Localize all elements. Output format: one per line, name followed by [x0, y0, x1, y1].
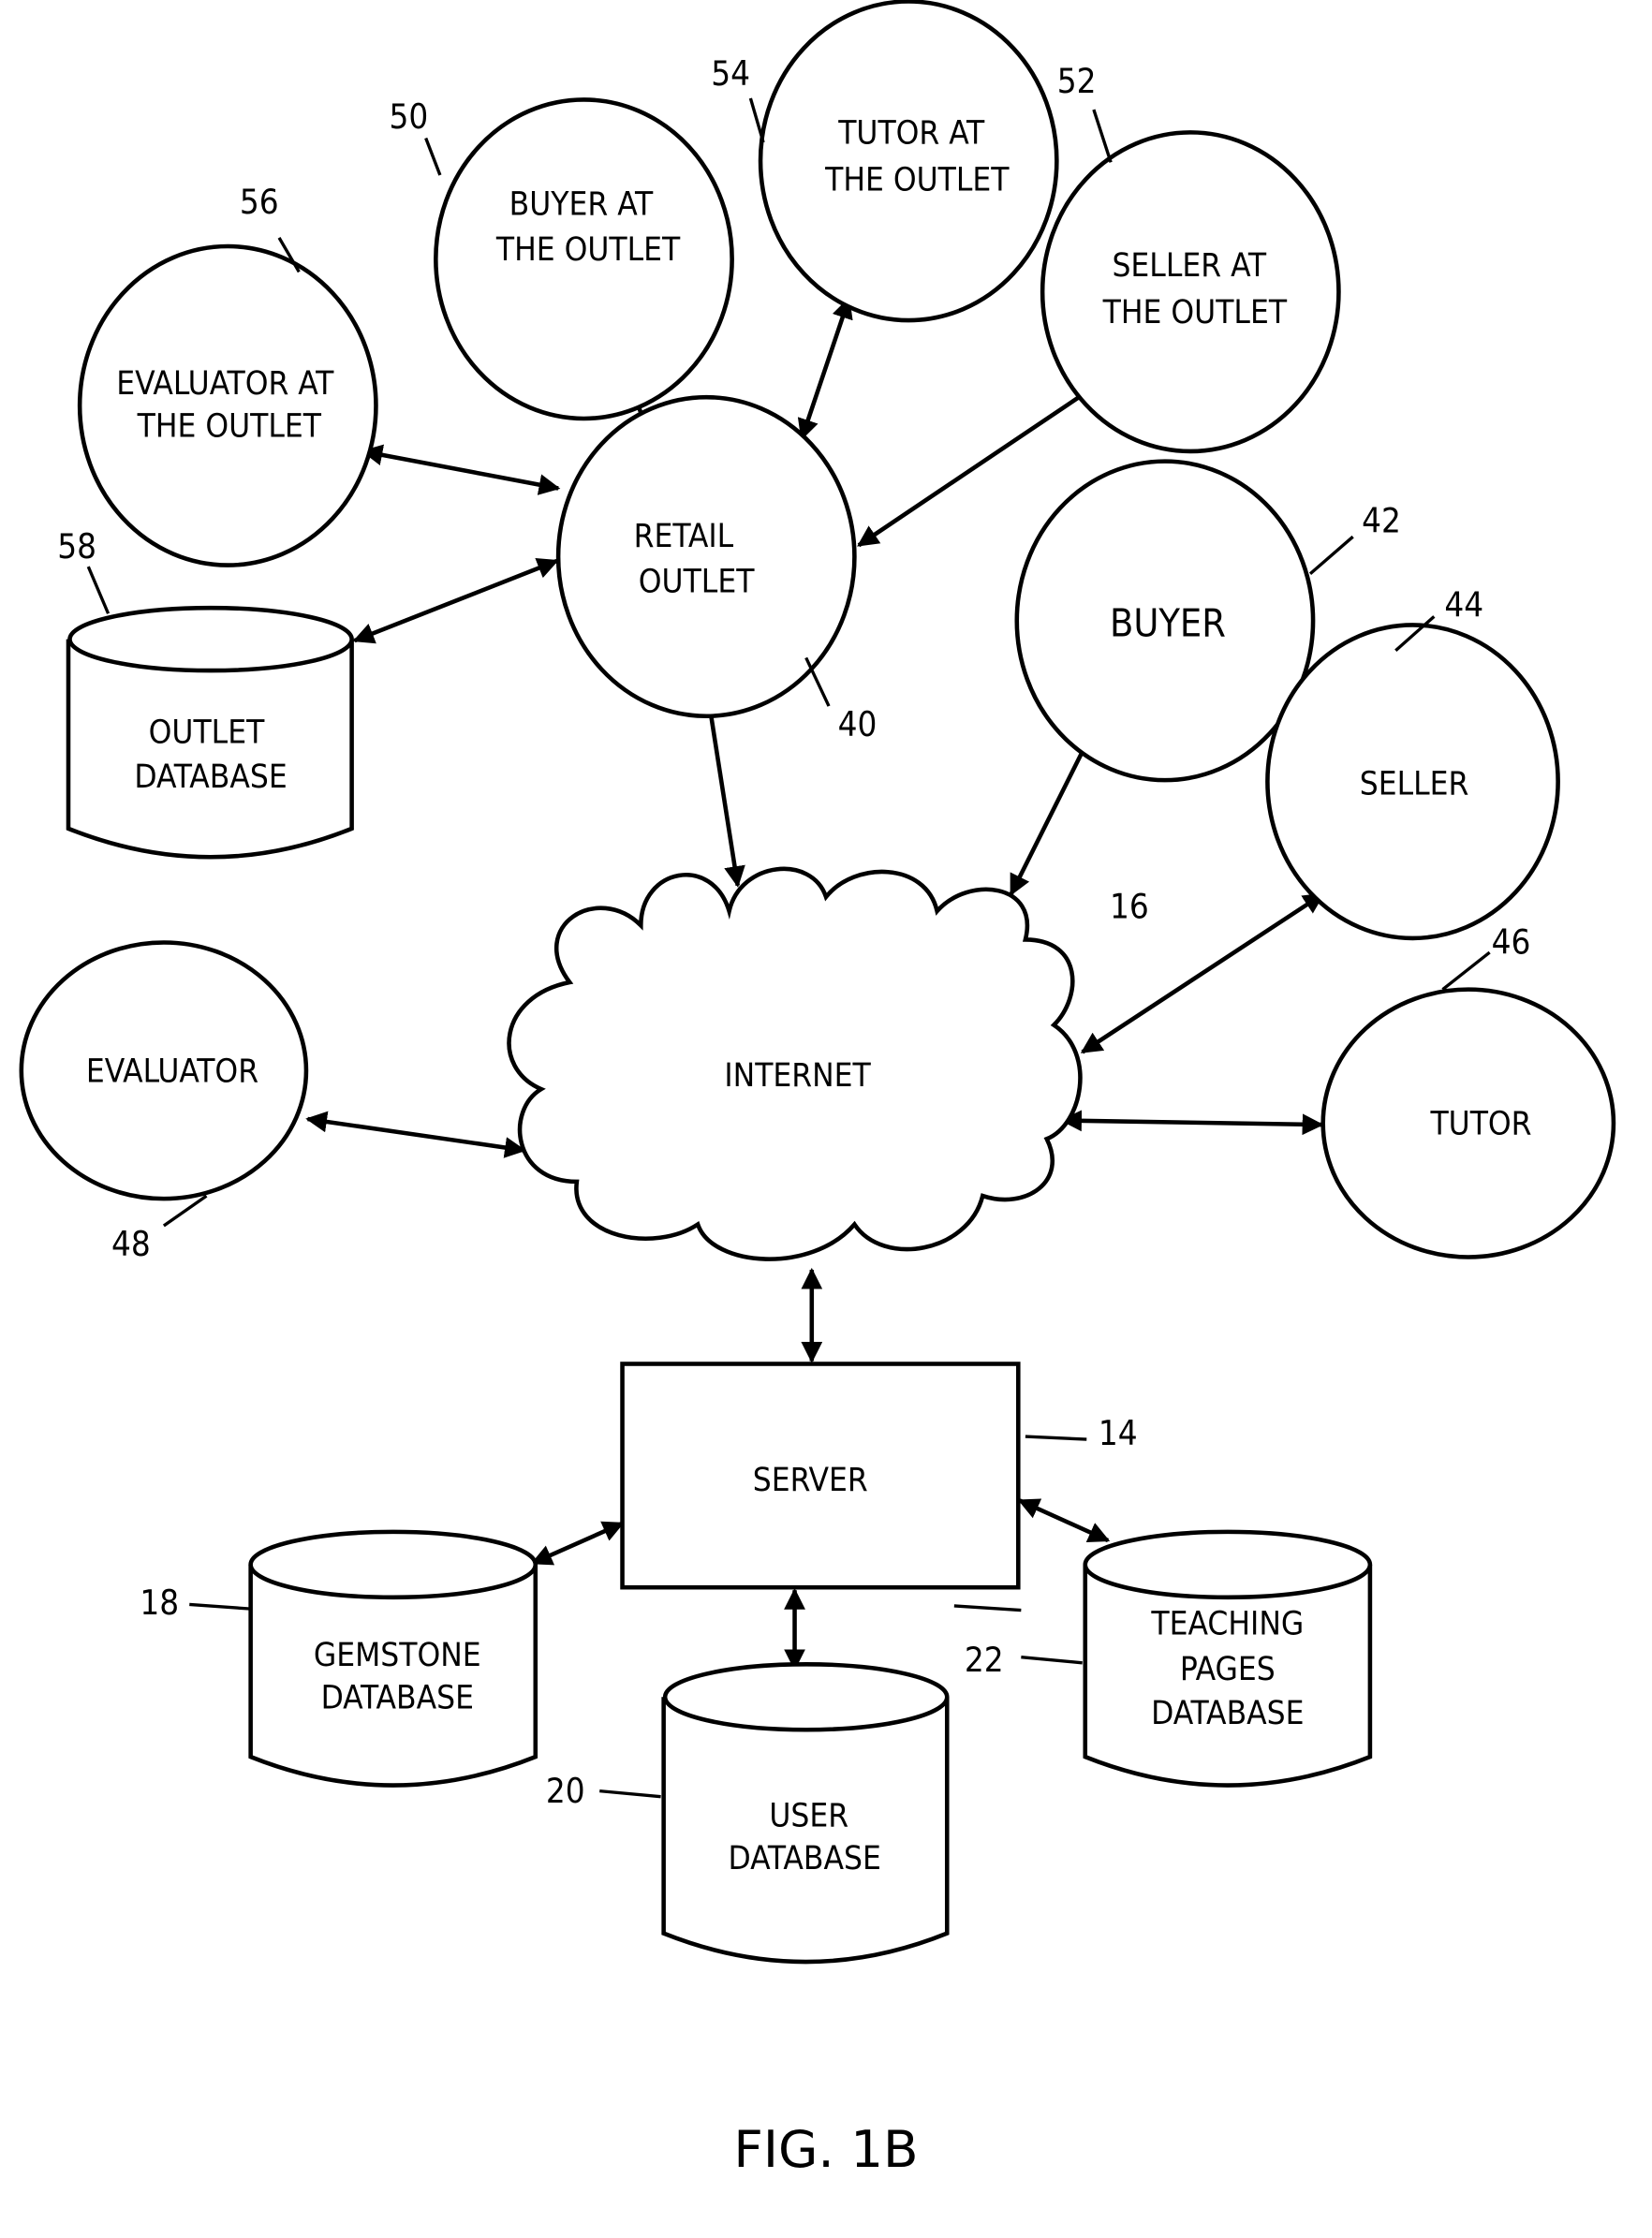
node-buyer-outlet[interactable]: BUYER AT THE OUTLET 50: [390, 96, 734, 421]
node-evaluator-outlet[interactable]: EVALUATOR AT THE OUTLET 56: [77, 182, 378, 567]
node-label: DATABASE: [134, 758, 287, 796]
arrow-tutor-internet: [1060, 1110, 1324, 1136]
figure-caption: FIG. 1B: [733, 2119, 918, 2179]
node-retail-outlet[interactable]: RETAIL OUTLET 40: [555, 394, 878, 744]
node-label: BUYER AT: [509, 186, 654, 224]
node-label: EVALUATOR: [86, 1053, 258, 1090]
node-label: THE OUTLET: [495, 231, 681, 269]
node-label: TUTOR: [1429, 1106, 1531, 1143]
node-label: GEMSTONE: [314, 1637, 481, 1674]
arrow-retail-internet: [700, 692, 745, 888]
node-user-database[interactable]: USER DATABASE 20: [546, 1662, 950, 1965]
arrow-server-gemstone-db: [530, 1521, 625, 1566]
node-label: EVALUATOR AT: [116, 365, 334, 403]
node-label: SELLER: [1360, 765, 1469, 802]
ref-number: 46: [1492, 922, 1531, 963]
arrow-evaluator-outlet-retail: [361, 444, 561, 495]
ref-number: 14: [1099, 1413, 1138, 1453]
node-server[interactable]: SERVER 14: [620, 1362, 1138, 1612]
node-gemstone-database[interactable]: GEMSTONE DATABASE 18: [140, 1529, 538, 1788]
node-label: DATABASE: [321, 1679, 474, 1716]
node-label: INTERNET: [724, 1057, 871, 1095]
arrow-outlet-db-retail: [352, 557, 559, 644]
node-outlet-database[interactable]: OUTLET DATABASE 58: [57, 526, 354, 860]
ref-number: 48: [111, 1224, 151, 1264]
node-label: RETAIL: [634, 518, 734, 555]
ref-number: 50: [390, 96, 429, 137]
ref-number: 56: [240, 182, 279, 222]
ref-number: 22: [965, 1640, 1004, 1680]
node-internet[interactable]: INTERNET 16: [507, 866, 1149, 1261]
node-label: PAGES: [1180, 1651, 1276, 1688]
node-teaching-pages-database[interactable]: TEACHING PAGES DATABASE 22: [965, 1529, 1373, 1788]
ref-number: 18: [140, 1583, 179, 1623]
node-evaluator[interactable]: EVALUATOR 48: [19, 940, 309, 1264]
ref-number: 20: [546, 1771, 585, 1811]
node-label: SERVER: [753, 1462, 868, 1499]
node-label: TUTOR AT: [837, 115, 985, 153]
node-tutor-outlet[interactable]: TUTOR AT THE OUTLET 54: [711, 0, 1059, 323]
node-label: BUYER: [1110, 601, 1226, 646]
node-label: OUTLET: [149, 714, 265, 752]
ref-number: 40: [838, 704, 878, 744]
node-seller-outlet[interactable]: SELLER AT THE OUTLET 52: [1040, 61, 1341, 454]
arrow-server-teaching-db: [1017, 1498, 1111, 1543]
node-tutor[interactable]: TUTOR 46: [1320, 922, 1616, 1259]
ref-number: 58: [57, 526, 96, 567]
node-label: SELLER AT: [1112, 247, 1266, 285]
node-label: DATABASE: [728, 1840, 880, 1877]
ref-number: 52: [1057, 61, 1097, 101]
system-diagram: EVALUATOR AT THE OUTLET 56 BUYER AT THE …: [19, 0, 1616, 2179]
ref-number: 42: [1362, 501, 1401, 541]
node-label: USER: [769, 1798, 848, 1835]
node-label: DATABASE: [1151, 1695, 1304, 1732]
ref-number: 16: [1110, 887, 1149, 927]
node-label: THE OUTLET: [1102, 294, 1288, 331]
arrow-evaluator-internet: [305, 1111, 526, 1158]
node-label: OUTLET: [639, 563, 755, 600]
arrow-tutor-outlet-retail: [797, 297, 853, 441]
node-label: THE OUTLET: [137, 408, 322, 446]
node-label: TEACHING: [1150, 1605, 1304, 1642]
ref-number: 44: [1444, 584, 1483, 625]
ref-number: 54: [711, 53, 750, 94]
node-label: THE OUTLET: [824, 162, 1010, 199]
